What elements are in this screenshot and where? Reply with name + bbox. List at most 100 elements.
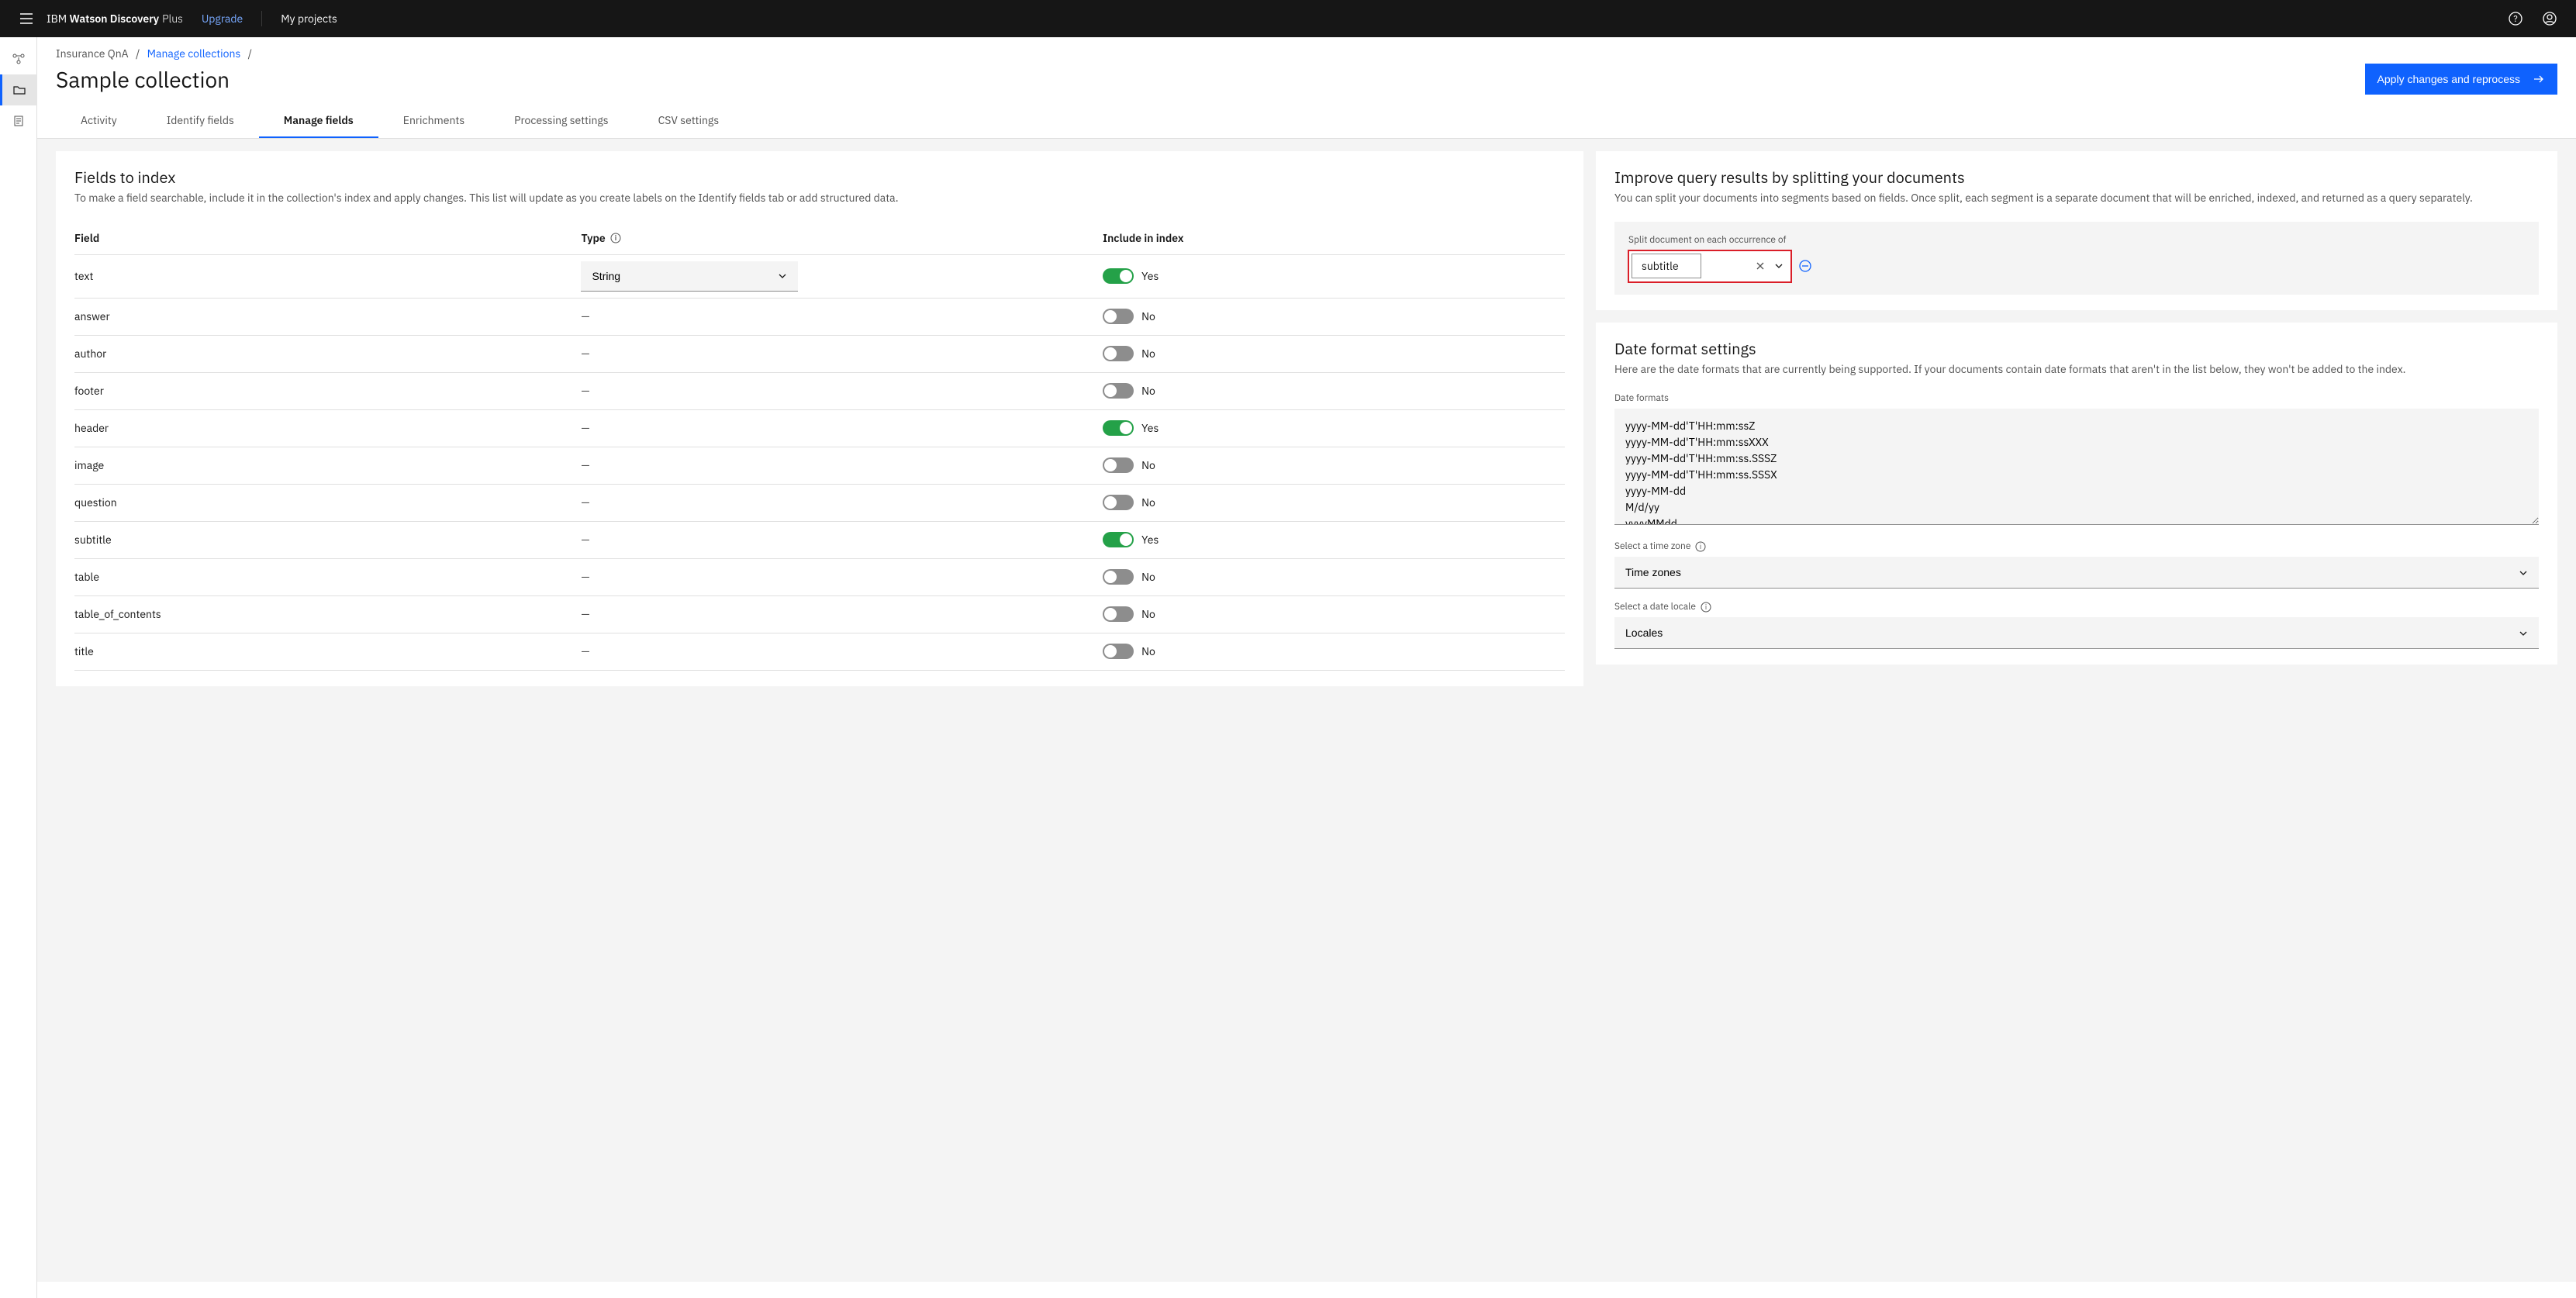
type-select[interactable]: String [581, 261, 798, 292]
toggle-label: No [1141, 458, 1155, 472]
include-toggle[interactable] [1103, 644, 1134, 659]
field-row: subtitle— Yes [74, 522, 1565, 559]
tab-activity[interactable]: Activity [56, 104, 142, 138]
field-type: — [581, 526, 1103, 553]
help-icon[interactable]: ? [2502, 5, 2529, 33]
upgrade-link[interactable]: Upgrade [202, 12, 243, 26]
field-include: No [1103, 637, 1565, 665]
toggle-label: No [1141, 309, 1155, 323]
tab-csv-settings[interactable]: CSV settings [634, 104, 744, 138]
field-include: No [1103, 377, 1565, 405]
include-toggle[interactable] [1103, 346, 1134, 361]
field-include: No [1103, 302, 1565, 330]
flow-icon [12, 53, 25, 65]
include-toggle[interactable] [1103, 457, 1134, 473]
field-type: — [581, 303, 1103, 330]
split-desc: You can split your documents into segmen… [1614, 191, 2539, 206]
field-include: No [1103, 563, 1565, 591]
brand: IBM Watson DiscoveryPlus [47, 12, 183, 26]
field-row: footer—No [74, 373, 1565, 410]
clear-icon[interactable] [1756, 261, 1765, 271]
my-projects-link[interactable]: My projects [281, 12, 337, 26]
field-row: author—No [74, 336, 1565, 373]
info-icon[interactable]: i [610, 233, 621, 243]
apply-changes-button[interactable]: Apply changes and reprocess [2365, 64, 2557, 95]
field-row: question—No [74, 485, 1565, 522]
field-type: String [581, 255, 1103, 298]
toggle-label: Yes [1141, 533, 1159, 547]
include-toggle[interactable] [1103, 495, 1134, 510]
field-type: — [581, 564, 1103, 590]
svg-text:i: i [1705, 603, 1707, 612]
field-type: — [581, 601, 1103, 627]
split-title: Improve query results by splitting your … [1614, 167, 2539, 188]
field-name: subtitle [74, 526, 581, 553]
date-formats-textarea[interactable] [1614, 409, 2539, 525]
svg-text:i: i [1700, 543, 1701, 551]
hamburger-icon [19, 11, 34, 26]
date-desc: Here are the date formats that are curre… [1614, 362, 2539, 378]
page-title: Sample collection [56, 65, 230, 94]
fields-title: Fields to index [74, 167, 1565, 188]
formats-label: Date formats [1614, 392, 2539, 404]
field-name: table [74, 564, 581, 590]
user-avatar-icon[interactable] [2536, 5, 2564, 33]
svg-text:i: i [614, 234, 616, 243]
include-toggle[interactable] [1103, 383, 1134, 399]
timezone-select[interactable]: Time zones [1614, 557, 2539, 589]
info-icon[interactable]: i [1701, 602, 1711, 613]
toggle-label: Yes [1141, 269, 1159, 283]
field-name: table_of_contents [74, 601, 581, 627]
field-row: image—No [74, 447, 1565, 485]
field-row: answer—No [74, 299, 1565, 336]
locale-select[interactable]: Locales [1614, 617, 2539, 649]
tab-processing-settings[interactable]: Processing settings [489, 104, 633, 138]
svg-text:?: ? [2513, 14, 2517, 25]
field-row: table— No [74, 559, 1565, 596]
field-include: No [1103, 451, 1565, 479]
document-icon [12, 115, 25, 127]
tab-enrichments[interactable]: Enrichments [378, 104, 489, 138]
toggle-label: No [1141, 384, 1155, 398]
th-include: Include in index [1103, 222, 1565, 254]
toggle-label: No [1141, 644, 1155, 658]
locale-label: Select a date locale i [1614, 601, 2539, 613]
field-include: No [1103, 488, 1565, 516]
field-name: author [74, 340, 581, 367]
breadcrumb-manage[interactable]: Manage collections [147, 47, 241, 60]
split-field-input[interactable]: subtitle [1628, 250, 1791, 282]
breadcrumb-project[interactable]: Insurance QnA [56, 47, 129, 60]
include-toggle[interactable] [1103, 569, 1134, 585]
menu-button[interactable] [12, 5, 40, 33]
top-header: IBM Watson DiscoveryPlus Upgrade My proj… [0, 0, 2576, 37]
field-name: header [74, 415, 581, 441]
toggle-label: No [1141, 347, 1155, 361]
field-include: No [1103, 600, 1565, 628]
rail-integrate[interactable] [0, 43, 37, 74]
fields-to-index-card: Fields to index To make a field searchab… [56, 151, 1583, 686]
rail-data[interactable] [0, 105, 37, 136]
field-row: table_of_contents—No [74, 596, 1565, 633]
chevron-down-icon[interactable] [1774, 261, 1784, 271]
field-row: header—Yes [74, 410, 1565, 447]
tab-manage-fields[interactable]: Manage fields [259, 104, 378, 138]
include-toggle[interactable] [1103, 606, 1134, 622]
field-type: — [581, 489, 1103, 516]
toggle-label: No [1141, 570, 1155, 584]
side-rail [0, 37, 37, 1298]
field-name: text [74, 263, 581, 289]
include-toggle[interactable] [1103, 420, 1134, 436]
th-type: Type i [581, 222, 1103, 254]
rail-collections[interactable] [0, 74, 37, 105]
include-toggle[interactable] [1103, 532, 1134, 547]
info-icon[interactable]: i [1695, 541, 1706, 552]
tab-identify-fields[interactable]: Identify fields [142, 104, 259, 138]
split-label: Split document on each occurrence of [1628, 234, 2525, 246]
field-name: footer [74, 378, 581, 404]
field-row: title—No [74, 633, 1565, 671]
tabs: ActivityIdentify fieldsManage fieldsEnri… [37, 104, 2576, 139]
remove-split-button[interactable] [1799, 260, 1811, 272]
include-toggle[interactable] [1103, 309, 1134, 324]
include-toggle[interactable] [1103, 268, 1134, 284]
field-type: — [581, 638, 1103, 665]
